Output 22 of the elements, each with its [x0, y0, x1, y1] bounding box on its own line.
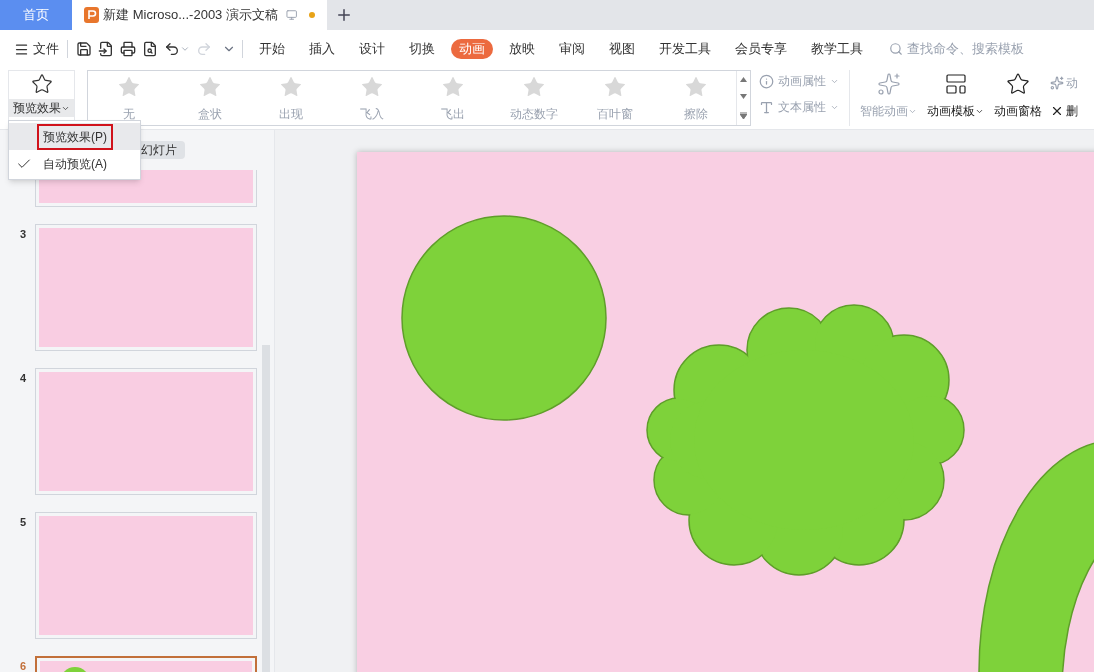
- document-title: 新建 Microso...-2003 演示文稿: [103, 6, 278, 25]
- animation-tool-button[interactable]: 删: [1050, 102, 1078, 120]
- ribbon-tab[interactable]: 切换: [401, 39, 443, 59]
- ribbon-tab[interactable]: 放映: [501, 39, 543, 59]
- command-search-field[interactable]: 查找命令、搜索模板: [889, 39, 1047, 59]
- menu-item[interactable]: 预览效果(P): [9, 123, 140, 150]
- ribbon-tab[interactable]: 插入: [301, 39, 343, 59]
- ribbon-tab[interactable]: 视图: [601, 39, 643, 59]
- slide-number: 4: [20, 372, 27, 384]
- ribbon-tab[interactable]: 审阅: [551, 39, 593, 59]
- file-menu-button[interactable]: 文件: [14, 39, 59, 59]
- ribbon-tab[interactable]: 开始: [251, 39, 293, 59]
- document-tab[interactable]: 新建 Microso...-2003 演示文稿: [72, 0, 327, 30]
- slide-number: 5: [20, 516, 27, 528]
- slide-number: 6: [20, 660, 27, 672]
- animation-tool-button[interactable]: 动画窗格: [994, 70, 1042, 120]
- ribbon-tab[interactable]: 会员专享: [727, 39, 795, 59]
- ribbon-tab[interactable]: 开发工具: [651, 39, 719, 59]
- ribbon-tab[interactable]: 教学工具: [803, 39, 871, 59]
- slide-number: 3: [20, 228, 27, 240]
- animation-tool-button[interactable]: 动画模板: [927, 70, 984, 120]
- ribbon-tab[interactable]: 设计: [351, 39, 393, 59]
